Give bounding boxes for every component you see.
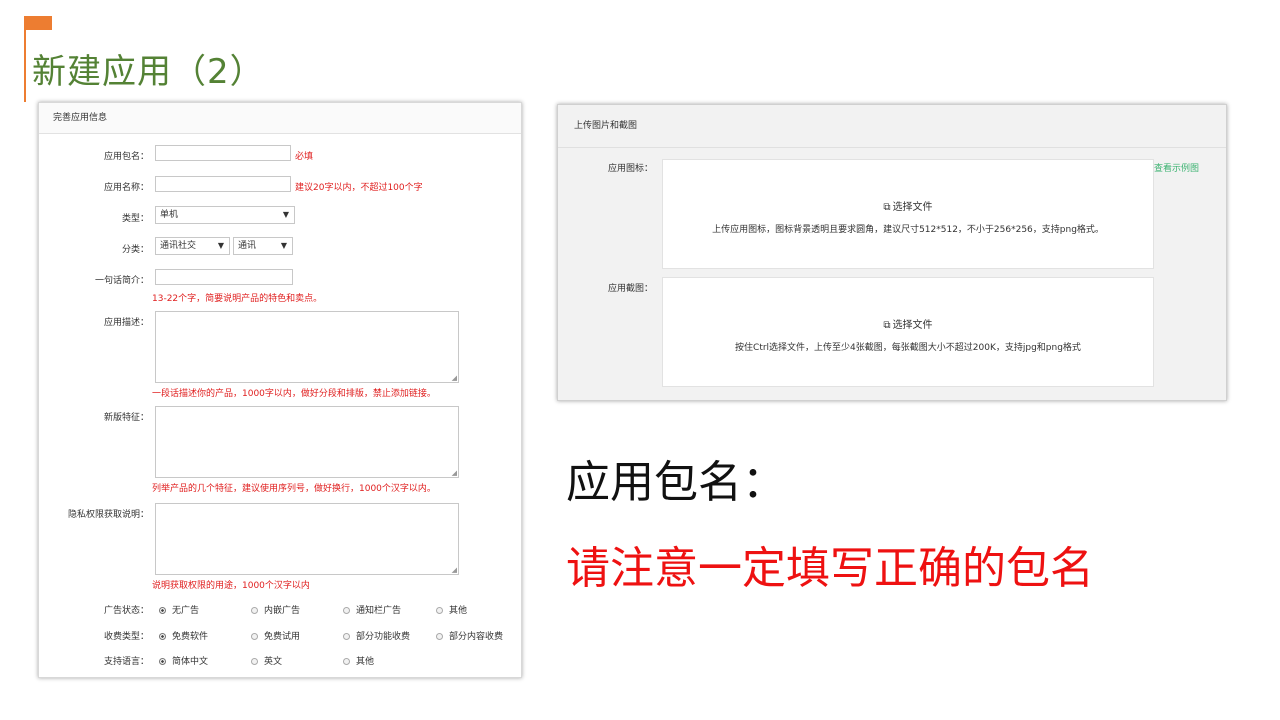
resize-grip-icon: ◢ — [451, 469, 457, 477]
name-input[interactable] — [155, 176, 291, 192]
type-label: 类型： — [121, 214, 149, 224]
type-select-value: 单机 — [160, 210, 179, 220]
package-label: 应用包名： — [103, 152, 149, 162]
name-label: 应用名称： — [103, 183, 149, 193]
radio-unchecked-icon — [436, 633, 443, 640]
name-hint: 建议20字以内，不超过100个字 — [295, 183, 423, 193]
icon-choose-file-button[interactable]: ⧉ 选择文件 — [663, 198, 1153, 213]
form-header: 完善应用信息 — [39, 103, 521, 134]
icon-label: 应用图标： — [608, 164, 654, 174]
ads-option-other[interactable]: 其他 — [436, 603, 467, 616]
icon-upload-desc: 上传应用图标，图标背景透明且要求圆角，建议尺寸512*512，不小于256*25… — [712, 225, 1104, 235]
category-select-secondary[interactable]: 通讯 ▼ — [233, 237, 293, 255]
radio-unchecked-icon — [343, 607, 350, 614]
desc-label: 应用描述： — [103, 318, 149, 328]
external-link-icon: ⧉ — [883, 320, 891, 331]
features-label: 新版特征： — [103, 413, 149, 423]
radio-unchecked-icon — [251, 633, 258, 640]
accent-square — [24, 16, 52, 30]
fee-label: 收费类型： — [103, 632, 149, 642]
resize-grip-icon: ◢ — [451, 374, 457, 382]
package-name-heading: 应用包名： — [566, 457, 786, 508]
icon-drop-box[interactable]: ⧉ 选择文件 上传应用图标，图标背景透明且要求圆角，建议尺寸512*512，不小于… — [662, 159, 1154, 269]
radio-checked-icon — [159, 658, 166, 665]
ads-option-none[interactable]: 无广告 — [159, 603, 199, 616]
package-name-note: 请注意一定填写正确的包名 — [566, 543, 1094, 594]
privacy-hint: 说明获取权限的用途，1000个汉字以内 — [152, 581, 310, 591]
intro-hint: 13-22个字，简要说明产品的特色和卖点。 — [152, 294, 323, 304]
slide-title: 新建应用（2） — [32, 52, 265, 92]
radio-unchecked-icon — [251, 658, 258, 665]
screenshot-upload-desc: 按住Ctrl选择文件，上传至少4张截图，每张截图大小不超过200K，支持jpg和… — [735, 343, 1081, 353]
ads-status-row: 广告状态： 无广告 内嵌广告 通知栏广告 其他 — [39, 603, 523, 617]
package-input[interactable] — [155, 145, 291, 161]
radio-unchecked-icon — [343, 658, 350, 665]
ads-option-embedded[interactable]: 内嵌广告 — [251, 603, 300, 616]
lang-option-other[interactable]: 其他 — [343, 654, 374, 667]
category-select-primary[interactable]: 通讯社交 ▼ — [155, 237, 230, 255]
fee-type-row: 收费类型： 免费软件 免费试用 部分功能收费 部分内容收费 — [39, 629, 523, 643]
category-value-primary: 通讯社交 — [160, 241, 197, 251]
language-row: 支持语言： 简体中文 英文 其他 — [39, 654, 523, 668]
features-textarea[interactable]: ◢ — [155, 406, 459, 478]
intro-input[interactable] — [155, 269, 293, 285]
privacy-textarea[interactable]: ◢ — [155, 503, 459, 575]
package-hint: 必填 — [295, 152, 314, 162]
view-example-link[interactable]: 查看示例图 — [1154, 161, 1199, 174]
features-hint: 列举产品的几个特征，建议使用序列号，做好换行，1000个汉字以内。 — [152, 484, 436, 494]
screenshot-label: 应用截图： — [608, 284, 654, 294]
intro-label: 一句话简介： — [94, 276, 149, 286]
dropdown-arrow-icon: ▼ — [217, 241, 224, 250]
screenshot-choose-file-button[interactable]: ⧉ 选择文件 — [663, 316, 1153, 331]
lang-option-zh[interactable]: 简体中文 — [159, 654, 208, 667]
fee-option-partial-content[interactable]: 部分内容收费 — [436, 629, 503, 642]
fee-option-trial[interactable]: 免费试用 — [251, 629, 300, 642]
upload-header: 上传图片和截图 — [558, 105, 1226, 148]
lang-option-en[interactable]: 英文 — [251, 654, 282, 667]
desc-textarea[interactable]: ◢ — [155, 311, 459, 383]
resize-grip-icon: ◢ — [451, 566, 457, 574]
category-label: 分类： — [121, 245, 149, 255]
app-info-form: 完善应用信息 应用包名： 必填 应用名称： 建议20字以内，不超过100个字 类… — [38, 102, 522, 678]
radio-checked-icon — [159, 633, 166, 640]
radio-unchecked-icon — [436, 607, 443, 614]
category-value-secondary: 通讯 — [238, 241, 257, 251]
type-select[interactable]: 单机 ▼ — [155, 206, 295, 224]
external-link-icon: ⧉ — [883, 202, 891, 213]
upload-panel: 上传图片和截图 应用图标： ⧉ 选择文件 上传应用图标，图标背景透明且要求圆角，建… — [557, 104, 1227, 401]
radio-checked-icon — [159, 607, 166, 614]
fee-option-partial-feature[interactable]: 部分功能收费 — [343, 629, 410, 642]
dropdown-arrow-icon: ▼ — [282, 210, 289, 219]
screenshot-drop-box[interactable]: ⧉ 选择文件 按住Ctrl选择文件，上传至少4张截图，每张截图大小不超过200K，… — [662, 277, 1154, 387]
desc-hint: 一段话描述你的产品，1000字以内，做好分段和排版，禁止添加链接。 — [152, 389, 436, 399]
dropdown-arrow-icon: ▼ — [280, 241, 287, 250]
fee-option-free[interactable]: 免费软件 — [159, 629, 208, 642]
ads-option-notification[interactable]: 通知栏广告 — [343, 603, 401, 616]
radio-unchecked-icon — [343, 633, 350, 640]
ads-label: 广告状态： — [103, 606, 149, 616]
accent-line — [24, 30, 26, 102]
lang-label: 支持语言： — [103, 657, 149, 667]
privacy-label: 隐私权限获取说明： — [67, 510, 149, 520]
radio-unchecked-icon — [251, 607, 258, 614]
